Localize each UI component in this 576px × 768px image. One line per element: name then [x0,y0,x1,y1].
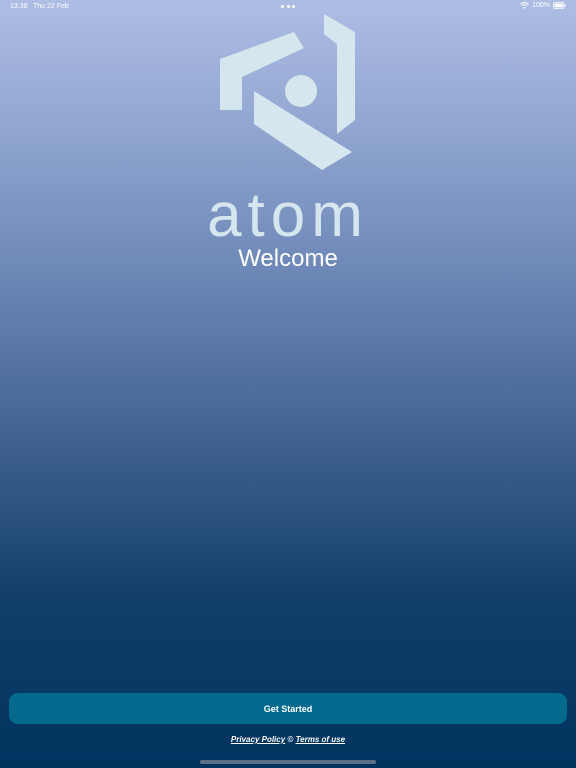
multitasking-dots-icon[interactable] [281,5,295,8]
status-time: 13:38 [10,3,28,10]
atom-logo-icon [212,12,364,174]
status-right: 100% [520,2,566,9]
status-date: Thu 22 Feb [33,3,69,10]
privacy-policy-link[interactable]: Privacy Policy [231,735,285,744]
home-indicator[interactable] [200,760,376,764]
battery-percent: 100% [532,2,550,9]
brand-name: atom [207,181,369,250]
wifi-icon [520,2,529,9]
get-started-button[interactable]: Get Started [9,693,567,724]
welcome-title: Welcome [238,245,338,272]
legal-links: Privacy Policy © Terms of use [0,735,576,744]
legal-separator: © [287,735,294,744]
terms-of-use-link[interactable]: Terms of use [296,735,346,744]
battery-icon [553,2,566,9]
